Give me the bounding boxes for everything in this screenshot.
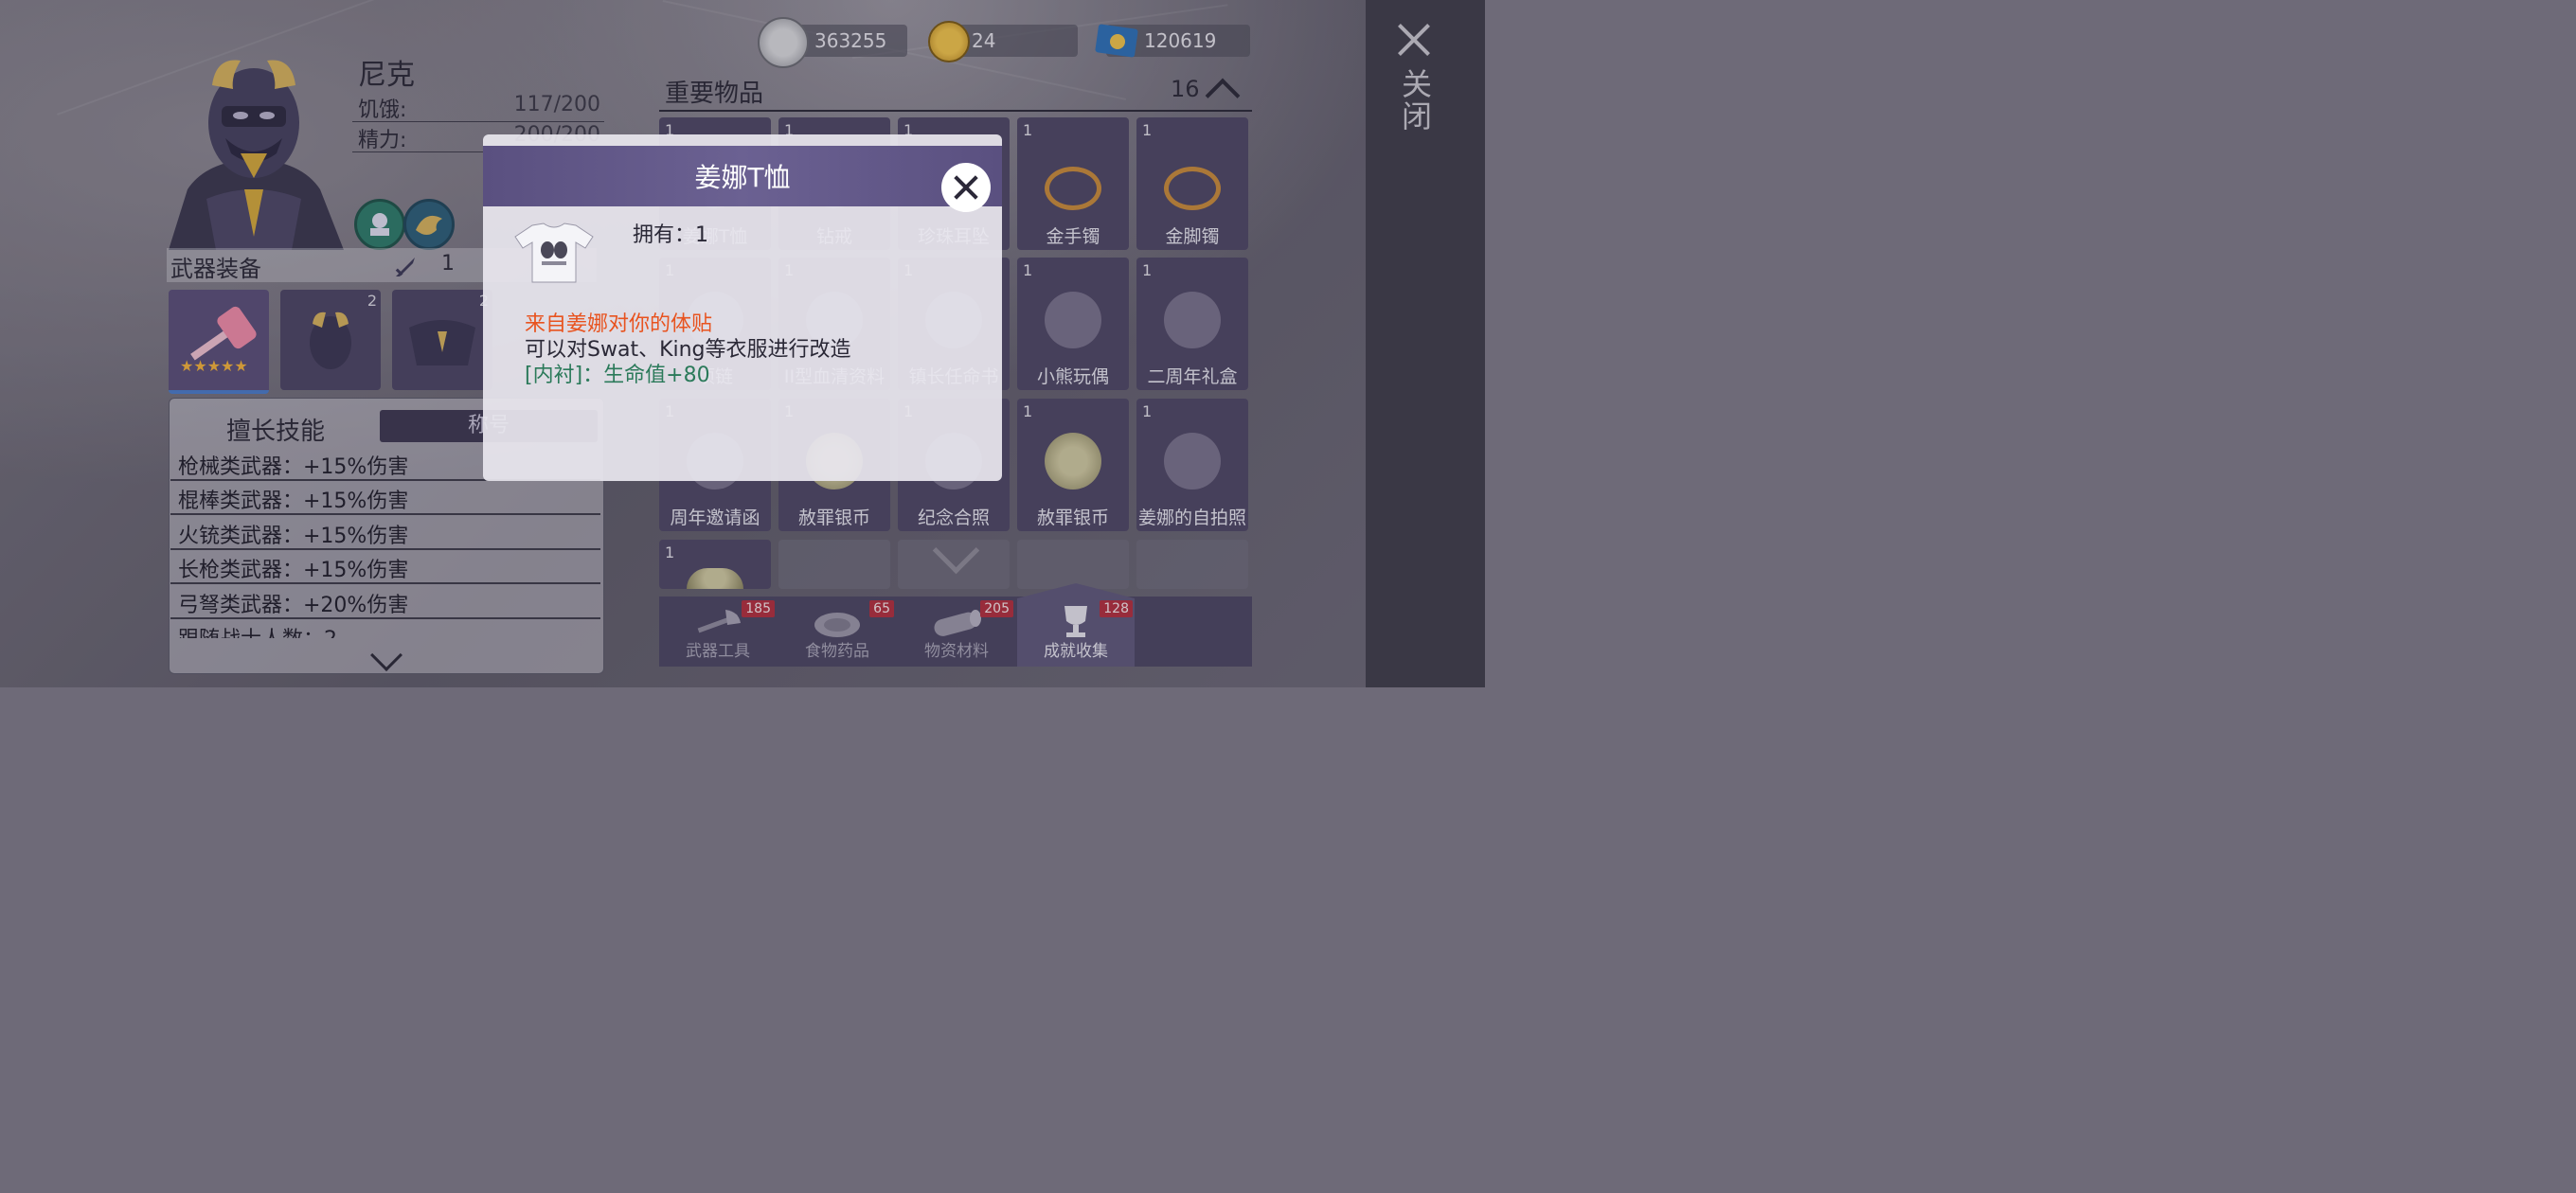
item-detail-dialog: 姜娜T恤 拥有：1 来自姜娜对你的体贴 可以对Swat、King等衣服进行改造 … [483, 134, 1002, 481]
item-effect-text: [内衬]：生命值+80 [525, 364, 710, 387]
tshirt-icon [514, 223, 594, 283]
close-button[interactable] [941, 163, 991, 212]
dialog-header: 姜娜T恤 [483, 146, 1002, 212]
owned-count: 拥有：1 [633, 223, 708, 247]
dialog-title: 姜娜T恤 [694, 162, 791, 193]
